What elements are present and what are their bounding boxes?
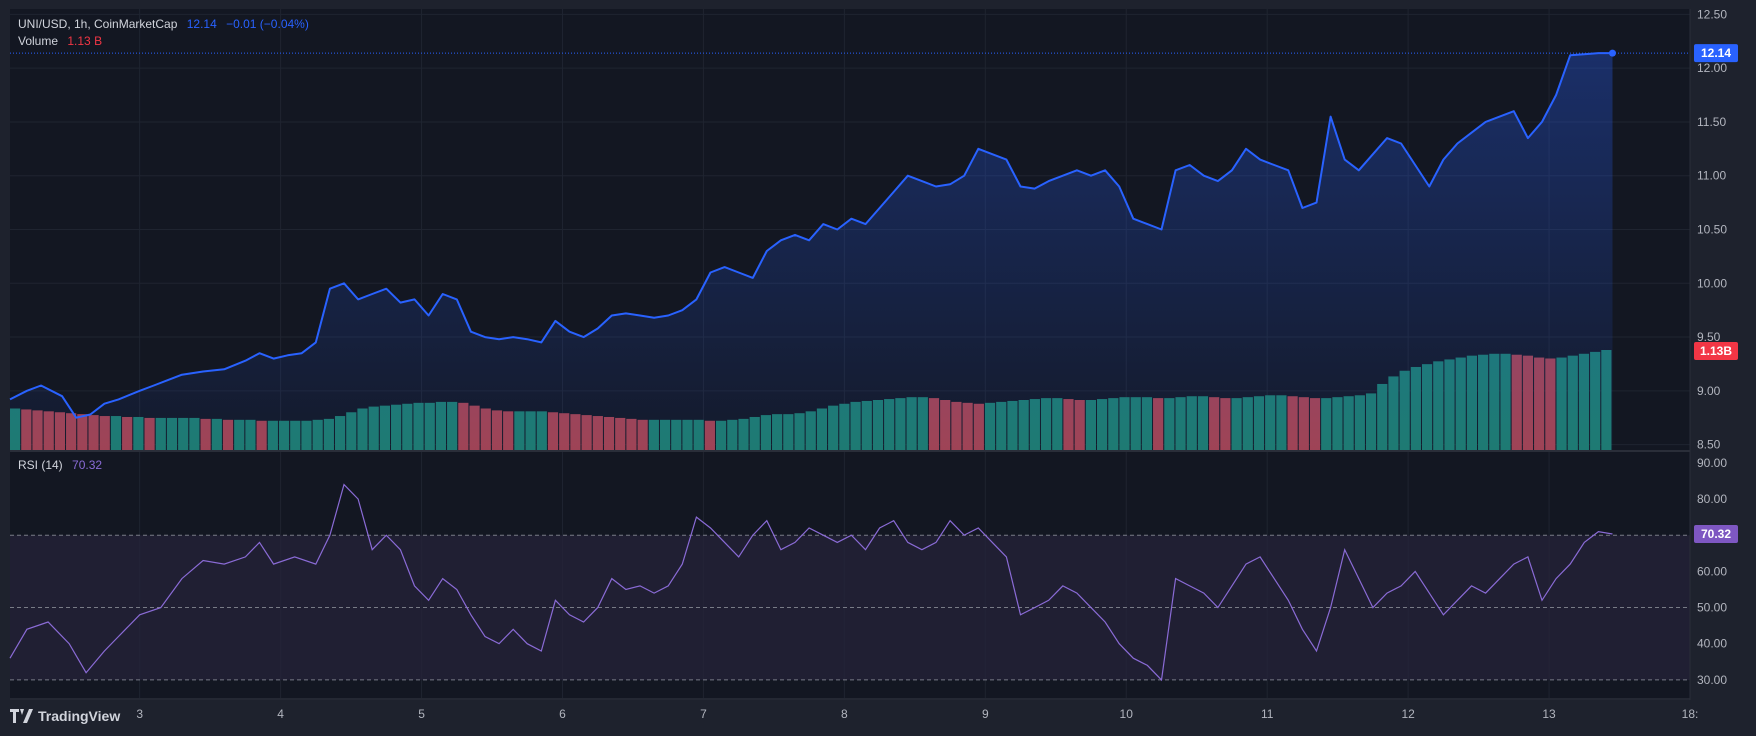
brand-name: TradingView bbox=[38, 708, 121, 724]
rsi-tick-label: 40.00 bbox=[1697, 637, 1727, 651]
time-tick-label: 12 bbox=[1401, 707, 1415, 721]
rsi-tick-label: 90.00 bbox=[1697, 456, 1727, 470]
volume-label[interactable]: Volume bbox=[18, 34, 58, 48]
price-tick-label: 10.00 bbox=[1697, 276, 1727, 290]
rsi-value: 70.32 bbox=[72, 458, 103, 472]
price-tick-label: 11.50 bbox=[1697, 115, 1726, 129]
rsi-tick-label: 50.00 bbox=[1697, 601, 1727, 615]
time-tick-label: 8 bbox=[841, 707, 848, 721]
price-tick-label: 9.00 bbox=[1697, 384, 1721, 398]
last-price-dot bbox=[1608, 49, 1616, 57]
time-tick-label: 6 bbox=[559, 707, 566, 721]
price-tick-label: 11.00 bbox=[1697, 169, 1726, 183]
rsi-tick-label: 60.00 bbox=[1697, 564, 1727, 578]
time-tick-label: 11 bbox=[1261, 707, 1274, 721]
symbol-title[interactable]: UNI/USD, 1h, CoinMarketCap bbox=[18, 17, 177, 31]
time-tick-label: 18: bbox=[1682, 707, 1699, 721]
rsi-legend[interactable]: RSI (14) 70.32 bbox=[18, 458, 108, 472]
time-tick-label: 7 bbox=[700, 707, 707, 721]
price-badge: 12.14 bbox=[1701, 46, 1731, 60]
rsi-axis[interactable]: 90.0080.0070.0060.0050.0040.0030.00 bbox=[1697, 456, 1727, 687]
tradingview-icon bbox=[10, 709, 33, 723]
time-axis[interactable]: 3 4 5 6 7 8 9 10 11 12 13 18: bbox=[136, 707, 1698, 721]
price-legend[interactable]: UNI/USD, 1h, CoinMarketCap 12.14 −0.01 (… bbox=[18, 17, 315, 31]
price-tick-label: 12.50 bbox=[1697, 7, 1727, 21]
rsi-tick-label: 30.00 bbox=[1697, 673, 1727, 687]
price-change-value: −0.01 (−0.04%) bbox=[226, 17, 309, 31]
price-tick-label: 8.50 bbox=[1697, 438, 1721, 452]
chart-frame: 12.50 12.00 11.50 11.00 10.50 10.00 9.50 9.00 8.… bbox=[0, 0, 1756, 736]
time-tick-label: 4 bbox=[277, 707, 284, 721]
rsi-badge: 70.32 bbox=[1701, 527, 1731, 541]
time-tick-label: 3 bbox=[136, 707, 143, 721]
last-price-value: 12.14 bbox=[186, 17, 217, 31]
rsi-label[interactable]: RSI (14) bbox=[18, 458, 63, 472]
price-axis[interactable]: 12.50 12.00 11.50 11.00 10.50 10.00 9.50 9.00 8.… bbox=[1697, 7, 1727, 451]
time-tick-label: 5 bbox=[418, 707, 425, 721]
price-tick-label: 9.50 bbox=[1697, 330, 1721, 344]
tradingview-logo[interactable]: TradingView bbox=[10, 708, 120, 724]
time-tick-label: 13 bbox=[1542, 707, 1556, 721]
time-tick-label: 9 bbox=[982, 707, 989, 721]
chart-canvas[interactable]: 12.50 12.00 11.50 11.00 10.50 10.00 9.50 9.00 8.… bbox=[0, 0, 1756, 736]
volume-value: 1.13 B bbox=[67, 34, 103, 48]
rsi-tick-label: 80.00 bbox=[1697, 492, 1727, 506]
time-tick-label: 10 bbox=[1120, 707, 1134, 721]
volume-legend[interactable]: Volume 1.13 B bbox=[18, 34, 108, 48]
volume-badge: 1.13B bbox=[1700, 344, 1732, 358]
price-tick-label: 12.00 bbox=[1697, 61, 1727, 75]
price-tick-label: 10.50 bbox=[1697, 223, 1727, 237]
